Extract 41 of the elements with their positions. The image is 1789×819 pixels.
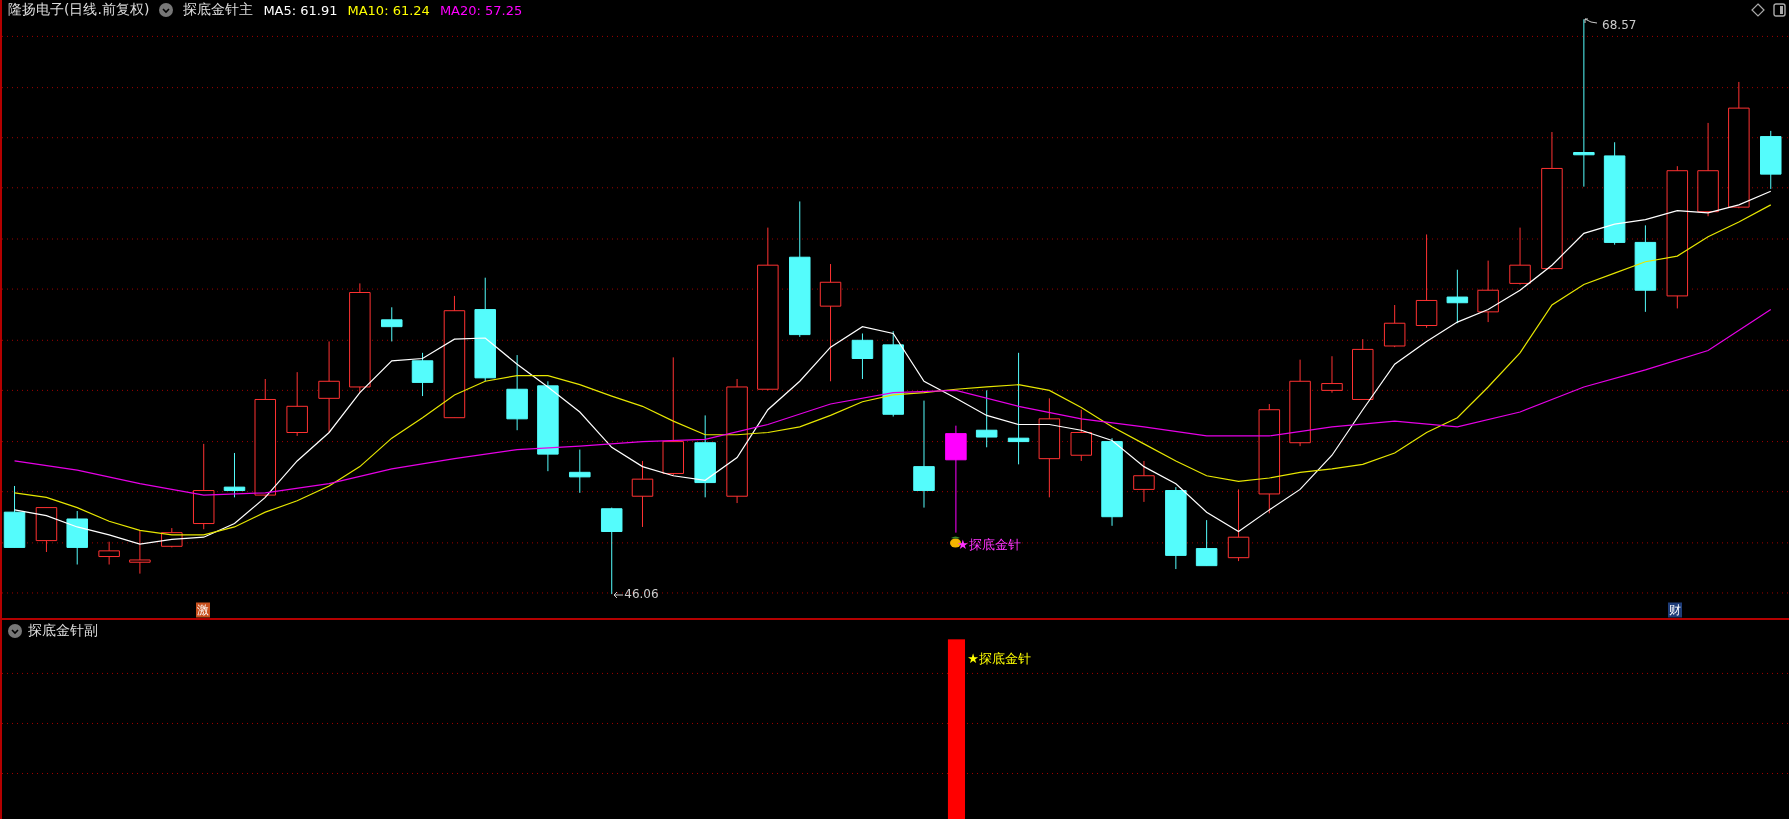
candlestick: [381, 306, 403, 342]
event-badge[interactable]: 激: [195, 602, 210, 618]
candlestick: [631, 460, 654, 528]
panel-toggle-icon[interactable]: [1773, 3, 1787, 17]
moving-average-value: MA10: 61.24: [347, 2, 430, 18]
indicator-name: 探底金针主: [183, 1, 254, 19]
candlestick: [1133, 460, 1155, 503]
candlestick: [1352, 338, 1374, 400]
candlestick: [1195, 519, 1218, 567]
candlestick: [223, 452, 246, 498]
candlestick: [851, 332, 874, 380]
candlestick: [129, 529, 151, 575]
low-price-label: 46.06: [624, 587, 659, 602]
moving-average-value: MA5: 61.91: [263, 2, 338, 18]
candlestick: [1321, 355, 1343, 394]
candlestick: [1070, 409, 1092, 462]
sub-indicator-name: 探底金针副: [28, 622, 98, 640]
chevron-down-icon[interactable]: [159, 3, 174, 17]
candlestick: [66, 510, 88, 565]
candlestick: [1446, 269, 1469, 324]
candlestick: [161, 527, 183, 548]
candlestick: [1760, 130, 1782, 190]
left-arrow-icon: [612, 590, 623, 599]
candlestick: [3, 485, 26, 548]
moving-average-value: MA20: 57.25: [439, 2, 523, 18]
candlestick: [975, 389, 998, 448]
signal-label: ★探底金针: [957, 536, 1021, 555]
candlestick: [1477, 260, 1499, 323]
diamond-icon[interactable]: [1751, 3, 1766, 17]
event-badge[interactable]: 财: [1668, 602, 1683, 618]
chevron-down-icon[interactable]: [8, 624, 22, 638]
candlestick: [98, 541, 120, 565]
stock-title: 隆扬电子(日线.前复权): [8, 1, 150, 19]
signal-label: ★探底金针: [967, 649, 1031, 668]
candlestick: [35, 507, 58, 553]
candlestick: [569, 449, 591, 494]
candlestick: [411, 352, 434, 397]
high-price-label: 68.57: [1602, 18, 1637, 33]
candlestick: [1509, 227, 1531, 286]
candlestick: [1383, 304, 1406, 348]
candlestick: [286, 371, 308, 437]
